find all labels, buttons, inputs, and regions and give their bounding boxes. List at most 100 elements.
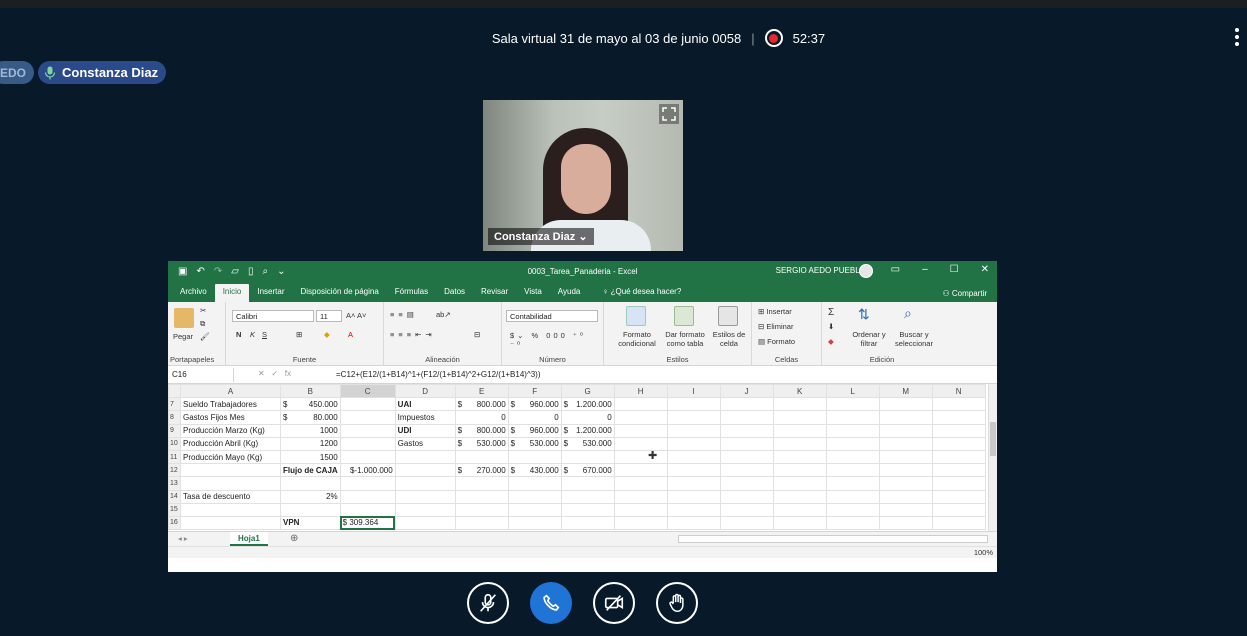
table-cell[interactable]: $270.000 — [454, 463, 509, 478]
table-cell[interactable] — [666, 502, 721, 517]
table-cell[interactable] — [180, 502, 281, 517]
undo-icon[interactable]: ↶ — [196, 266, 204, 277]
table-cell[interactable] — [613, 502, 668, 517]
table-cell[interactable] — [931, 489, 986, 504]
tab-archivo[interactable]: Archivo — [172, 284, 215, 302]
tab-vista[interactable]: Vista — [516, 284, 550, 302]
table-cell[interactable] — [825, 463, 880, 478]
table-cell[interactable]: $1.200.000 — [560, 423, 615, 438]
hang-up-button[interactable] — [530, 582, 572, 624]
table-cell[interactable] — [878, 515, 933, 531]
table-cell[interactable] — [666, 410, 721, 425]
column-header[interactable]: C — [339, 383, 396, 399]
participant-chip-partial[interactable]: EDO — [0, 61, 34, 84]
format-painter-icon[interactable]: 🖌 — [200, 332, 210, 341]
table-cell[interactable] — [394, 476, 456, 491]
column-header[interactable]: N — [931, 383, 986, 399]
row-header[interactable]: 11 — [168, 449, 181, 465]
find-select-label[interactable]: Buscar y seleccionar — [892, 330, 936, 348]
search-icon[interactable]: ⌕ — [904, 305, 912, 322]
table-cell[interactable]: $530.000 — [454, 436, 509, 451]
sort-filter-icon[interactable]: ⇅ — [858, 306, 870, 323]
table-cell[interactable] — [772, 410, 827, 425]
table-cell[interactable] — [613, 463, 668, 478]
table-cell[interactable] — [878, 397, 933, 412]
table-cell[interactable] — [613, 410, 668, 425]
table-cell[interactable] — [878, 489, 933, 504]
table-cell[interactable] — [507, 515, 562, 531]
table-cell[interactable] — [772, 423, 827, 438]
participant-chip-speaking[interactable]: Constanza Diaz — [38, 61, 166, 84]
more-options-icon[interactable] — [1235, 28, 1241, 49]
table-cell[interactable]: 1000 — [280, 423, 341, 438]
table-cell[interactable] — [339, 410, 396, 425]
table-cell[interactable] — [454, 476, 509, 491]
table-cell[interactable] — [772, 515, 827, 531]
table-cell[interactable]: 0 — [454, 410, 509, 425]
autosum-icon[interactable]: Σ — [828, 307, 834, 318]
select-all-corner[interactable] — [168, 383, 181, 399]
table-cell[interactable]: $1.200.000 — [560, 397, 615, 412]
table-cell[interactable] — [825, 423, 880, 438]
table-cell[interactable]: Tasa de descuento — [180, 489, 281, 504]
table-cell[interactable] — [772, 449, 827, 465]
table-cell[interactable]: Flujo de CAJA — [280, 463, 341, 478]
table-cell[interactable] — [772, 463, 827, 478]
font-color-icon[interactable]: A — [348, 330, 353, 339]
tab-ayuda[interactable]: Ayuda — [550, 284, 589, 302]
row-header[interactable]: 9 — [168, 423, 181, 438]
cell-styles-icon[interactable] — [718, 306, 738, 326]
table-cell[interactable] — [666, 515, 721, 531]
table-cell[interactable]: 1500 — [280, 449, 341, 465]
table-cell[interactable]: $800.000 — [454, 397, 509, 412]
paste-label[interactable]: Pegar — [173, 332, 193, 341]
column-header[interactable]: E — [454, 383, 509, 399]
table-cell[interactable] — [180, 515, 281, 531]
cell-styles-label[interactable]: Estilos de celda — [710, 330, 748, 348]
table-cell[interactable] — [931, 515, 986, 531]
table-cell[interactable] — [454, 515, 509, 531]
table-cell[interactable] — [878, 436, 933, 451]
table-cell[interactable] — [719, 449, 774, 465]
table-cell[interactable] — [931, 449, 986, 465]
row-header[interactable]: 14 — [168, 489, 181, 504]
formula-bar-buttons[interactable]: ✕ ✓ fx — [258, 369, 291, 378]
number-format-select[interactable]: Contabilidad — [506, 310, 598, 322]
column-header[interactable]: F — [507, 383, 562, 399]
share-button[interactable]: ⚇ Compartir — [942, 286, 987, 302]
table-cell[interactable] — [454, 502, 509, 517]
redo-icon[interactable]: ↷ — [214, 266, 222, 277]
table-cell[interactable] — [825, 410, 880, 425]
table-cell[interactable] — [825, 449, 880, 465]
add-sheet-icon[interactable]: ⊕ — [290, 533, 298, 544]
table-cell[interactable] — [394, 489, 456, 504]
table-cell[interactable] — [772, 436, 827, 451]
table-cell[interactable] — [666, 476, 721, 491]
table-cell[interactable] — [394, 463, 456, 478]
table-cell[interactable] — [878, 423, 933, 438]
table-cell[interactable]: Producción Abril (Kg) — [180, 436, 281, 451]
table-cell[interactable]: Gastos — [394, 436, 456, 451]
table-cell[interactable] — [280, 476, 341, 491]
table-cell[interactable] — [339, 397, 396, 412]
column-header[interactable]: G — [560, 383, 615, 399]
currency-percent-icons[interactable]: $⌄ % 000 ⁺⁰ ⁻⁰ — [510, 331, 603, 349]
table-cell[interactable]: Producción Marzo (Kg) — [180, 423, 281, 438]
table-cell[interactable] — [613, 449, 668, 465]
save-icon[interactable]: ▣ — [178, 266, 187, 277]
formula-input[interactable]: =C12+(E12/(1+B14)^1+(F12/(1+B14)^2+G12/(… — [336, 370, 541, 379]
font-name-select[interactable]: Calibri — [232, 310, 314, 322]
sort-filter-label[interactable]: Ordenar y filtrar — [850, 330, 888, 348]
table-cell[interactable] — [180, 463, 281, 478]
table-cell[interactable] — [931, 463, 986, 478]
table-cell[interactable]: 1200 — [280, 436, 341, 451]
row-header[interactable]: 12 — [168, 463, 181, 478]
table-cell[interactable] — [394, 515, 456, 531]
column-header[interactable]: M — [878, 383, 933, 399]
tab-disposicion[interactable]: Disposición de página — [293, 284, 387, 302]
table-cell[interactable] — [825, 489, 880, 504]
row-header[interactable]: 10 — [168, 436, 181, 451]
table-cell[interactable] — [339, 436, 396, 451]
fullscreen-icon[interactable] — [659, 104, 679, 124]
table-cell[interactable] — [560, 449, 615, 465]
